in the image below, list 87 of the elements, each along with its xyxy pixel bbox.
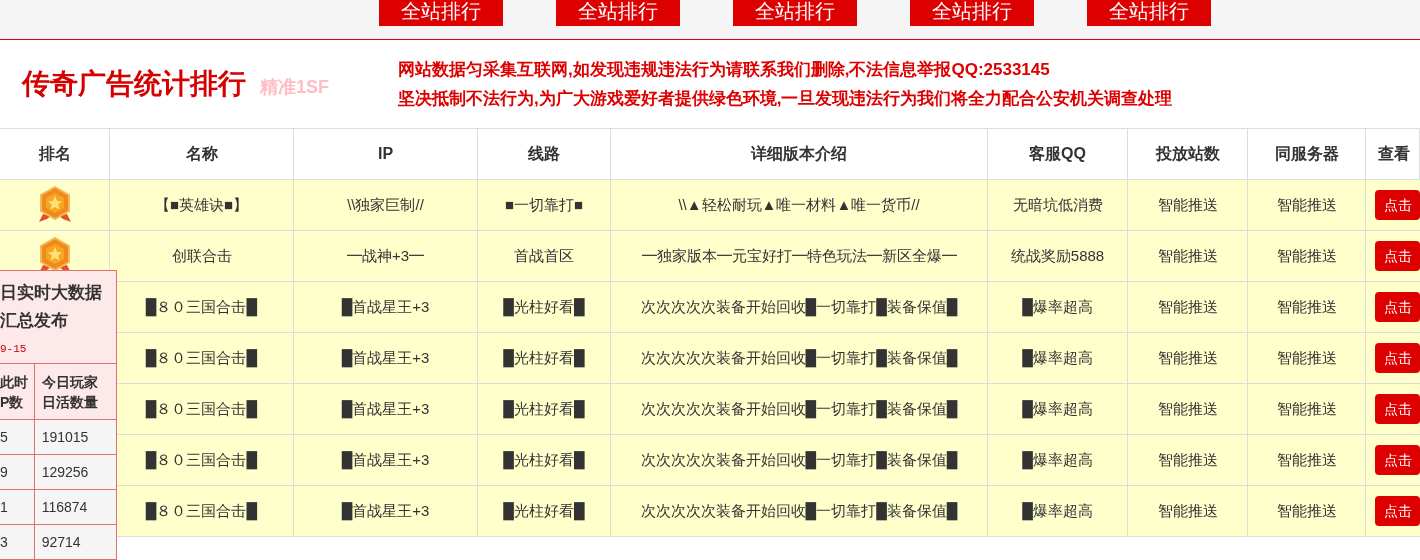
panel-cell-text: 129256 (41, 462, 89, 482)
column-header: IP (377, 144, 394, 164)
column-header: 线路 (528, 144, 560, 164)
table-cell-text: █光柱好看█ (503, 296, 585, 319)
table-cell-text: \\▲轻松耐玩▲唯一材料▲唯一货币// (678, 194, 920, 215)
panel-title: 汇总发布 (0, 310, 69, 332)
panel-date: 9-15 (0, 342, 28, 357)
table-cell-text: 智能推送 (1276, 398, 1337, 419)
table-cell-text: ■一切靠打■ (504, 194, 584, 215)
column-header: 名称 (185, 144, 218, 164)
view-button[interactable]: 点击 (1375, 445, 1420, 475)
table-cell-text: █首战星王+3 (341, 449, 430, 472)
notice-text: 网站数据匀采集互联网,如发现违规违法行为请联系我们删除,不法信息举报QQ:2533145 (398, 58, 1051, 81)
table-cell-text: █爆率超高 (1022, 347, 1093, 370)
panel-column-header: 此时P数 (0, 372, 29, 412)
table-cell-text: █爆率超高 (1022, 398, 1093, 421)
table-cell-text: 次次次次次装备开始回收█一切靠打█装备保值█ (640, 398, 958, 421)
panel-cell-text: 9 (0, 462, 8, 482)
view-button[interactable]: 点击 (1375, 190, 1420, 220)
panel-cell-text: 92714 (41, 532, 81, 552)
panel-cell-text: 5 (0, 427, 8, 447)
table-cell-text: █８０三国合击█ (145, 296, 258, 319)
ranking-button[interactable]: 全站排行 (379, 0, 503, 26)
notice-text: 坚决抵制不法行为,为广大游戏爱好者提供绿色环境,一旦发现违法行为我们将全力配合公安机关调查处理 (398, 88, 1173, 110)
table-cell-text: █爆率超高 (1022, 296, 1093, 319)
table-cell-text: 智能推送 (1276, 194, 1337, 215)
column-header: 同服务器 (1274, 144, 1339, 164)
table-cell-text: 次次次次次装备开始回收█一切靠打█装备保值█ (640, 347, 958, 370)
table-cell-text: 智能推送 (1157, 500, 1218, 521)
table-cell-text: █首战星王+3 (341, 347, 430, 370)
table-cell-text: 智能推送 (1157, 398, 1218, 419)
view-button[interactable]: 点击 (1375, 343, 1420, 373)
table-cell-text: 智能推送 (1276, 449, 1337, 470)
panel-cell-text: 116874 (41, 497, 88, 517)
ranking-button[interactable]: 全站排行 (1087, 0, 1211, 26)
table-cell-text: 智能推送 (1276, 245, 1337, 266)
table-cell-text: 统战奖励5888 (1010, 245, 1105, 266)
table-cell-text: 智能推送 (1157, 449, 1218, 470)
ranking-button[interactable]: 全站排行 (556, 0, 680, 26)
table-cell-text: 智能推送 (1276, 500, 1337, 521)
column-header: 投放站数 (1155, 144, 1220, 164)
table-cell-text: 智能推送 (1276, 347, 1337, 368)
column-header: 查看 (1378, 144, 1410, 164)
table-cell-text: 次次次次次装备开始回收█一切靠打█装备保值█ (640, 296, 958, 319)
table-cell-text: 无暗坑低消费 (1012, 194, 1103, 215)
table-cell-text: ━战神+3━ (346, 245, 425, 266)
table-cell-text: 首战首区 (514, 245, 574, 266)
panel-column-header: 今日玩家日活数量 (41, 372, 99, 412)
table-cell-text: 智能推送 (1157, 347, 1218, 368)
table-cell-text: █首战星王+3 (341, 500, 430, 523)
table-cell-text: █首战星王+3 (341, 296, 430, 319)
table-cell-text: █首战星王+3 (341, 398, 430, 421)
ranking-button[interactable]: 全站排行 (733, 0, 857, 26)
view-button[interactable]: 点击 (1375, 394, 1420, 424)
table-cell-text: █８０三国合击█ (145, 398, 258, 421)
table-cell-text: █爆率超高 (1022, 449, 1093, 472)
table-cell-text: █光柱好看█ (503, 449, 585, 472)
site-title: 传奇广告统计排行 (22, 67, 246, 101)
table-cell-text: 次次次次次装备开始回收█一切靠打█装备保值█ (640, 500, 958, 523)
panel-cell-text: 191015 (41, 427, 89, 447)
site-subtitle: 精准1SF (260, 76, 329, 99)
table-cell-text: 智能推送 (1157, 296, 1218, 317)
table-cell-text: █光柱好看█ (503, 500, 585, 523)
table-cell-text: 次次次次次装备开始回收█一切靠打█装备保值█ (640, 449, 958, 472)
table-cell-text: 智能推送 (1157, 245, 1218, 266)
table-cell-text: 创联合击 (171, 245, 232, 266)
table-cell-text: █８０三国合击█ (145, 500, 258, 523)
table-cell-text: \\独家巨制// (347, 194, 424, 215)
table-cell-text: 智能推送 (1276, 296, 1337, 317)
column-header: 排名 (38, 144, 71, 164)
table-cell-text: █８０三国合击█ (145, 449, 258, 472)
panel-cell-text: 1 (0, 497, 8, 517)
table-cell-text: █８０三国合击█ (145, 347, 258, 370)
panel-cell-text: 3 (0, 532, 8, 552)
table-cell-text: █光柱好看█ (503, 398, 585, 421)
table-cell-text: █光柱好看█ (503, 347, 585, 370)
column-header: 客服QQ (1029, 144, 1086, 164)
panel-title: 日实时大数据 (0, 282, 103, 304)
table-cell-text: 智能推送 (1157, 194, 1218, 215)
view-button[interactable]: 点击 (1375, 241, 1420, 271)
table-cell-text: ━独家版本━元宝好打━特色玩法━新区全爆━ (641, 245, 957, 266)
view-button[interactable]: 点击 (1375, 496, 1420, 526)
view-button[interactable]: 点击 (1375, 292, 1420, 322)
ranking-button[interactable]: 全站排行 (910, 0, 1034, 26)
table-cell-text: █爆率超高 (1022, 500, 1093, 523)
table-cell-text: 【■英雄诀■】 (154, 194, 249, 215)
column-header: 详细版本介绍 (751, 144, 847, 164)
